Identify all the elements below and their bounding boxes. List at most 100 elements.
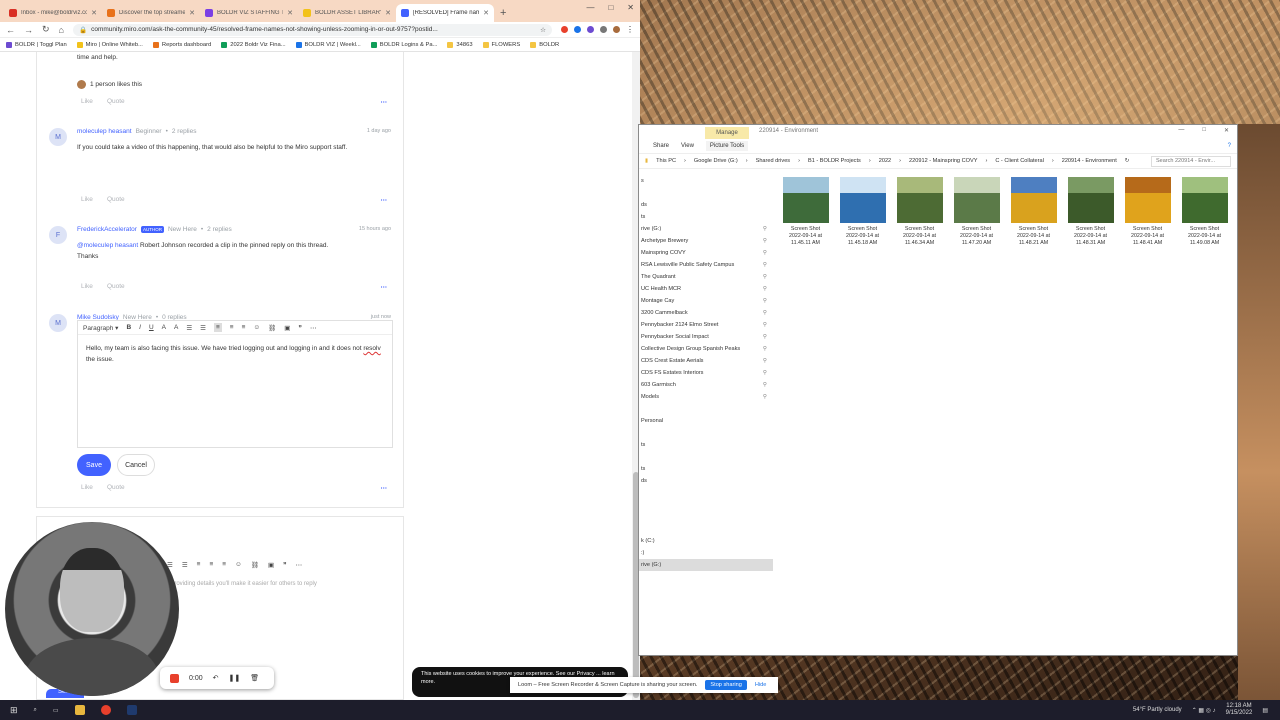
pause-icon[interactable]: ❚❚: [229, 674, 241, 682]
nav-item[interactable]: Collective Design Group Spanish Peaks ⚲: [639, 343, 773, 355]
nav-item[interactable]: RSA Lewisville Public Safety Campus ⚲: [639, 259, 773, 271]
bookmark-item[interactable]: BOLDR Logins & Pa...: [370, 41, 437, 48]
file-item[interactable]: Screen Shot 2022-09-14 at 11.48.21 AM: [1009, 177, 1058, 247]
like-button[interactable]: Like: [81, 98, 93, 106]
align-center-icon[interactable]: ≡: [209, 561, 213, 569]
breadcrumb[interactable]: This PC: [656, 158, 676, 164]
align-left-icon[interactable]: ≡: [197, 561, 201, 569]
quote-button[interactable]: Quote: [107, 196, 125, 204]
tab-staffing[interactable]: BOLDR VIZ STAFFING Tool✕: [200, 4, 298, 22]
close-icon[interactable]: ✕: [1224, 127, 1229, 134]
emoji-icon[interactable]: ☺: [235, 561, 242, 569]
nav-item[interactable]: [639, 187, 773, 199]
nav-item[interactable]: Montage Cay ⚲: [639, 295, 773, 307]
numbered-list-icon[interactable]: ☰: [182, 561, 188, 569]
close-tab-icon[interactable]: ✕: [91, 9, 97, 17]
align-center-icon[interactable]: ≡: [230, 324, 234, 331]
extension-icon[interactable]: [574, 26, 581, 33]
file-item[interactable]: Screen Shot 2022-09-14 at 11.45.18 AM: [838, 177, 887, 247]
quote-button[interactable]: Quote: [107, 283, 125, 291]
stop-sharing-button[interactable]: Stop sharing: [705, 680, 747, 690]
nav-item[interactable]: k (C:): [639, 535, 773, 547]
extension-icon[interactable]: [600, 26, 607, 33]
save-button[interactable]: Save: [77, 454, 111, 476]
notification-icon[interactable]: ▤: [1262, 707, 1268, 714]
nav-item[interactable]: Pennybacker 2124 Elmo Street ⚲: [639, 319, 773, 331]
profile-avatar[interactable]: [613, 26, 620, 33]
link-icon[interactable]: ⛓: [251, 561, 259, 569]
nav-item[interactable]: [639, 511, 773, 523]
align-right-icon[interactable]: ≡: [242, 324, 246, 331]
emoji-icon[interactable]: ☺: [253, 324, 260, 331]
back-icon[interactable]: ←: [6, 25, 15, 35]
close-tab-icon[interactable]: ✕: [385, 9, 391, 17]
more-icon[interactable]: ⋯: [381, 98, 388, 106]
close-tab-icon[interactable]: ✕: [287, 9, 293, 17]
bullet-list-icon[interactable]: ☰: [186, 324, 192, 332]
star-icon[interactable]: ☆: [540, 26, 546, 34]
nav-item[interactable]: :): [639, 547, 773, 559]
bookmark-folder[interactable]: 34863: [447, 41, 473, 48]
mention-link[interactable]: @moleculep heasant: [77, 242, 138, 249]
image-icon[interactable]: ▣: [268, 561, 274, 569]
file-item[interactable]: Screen Shot 2022-09-14 at 11.48.41 AM: [1123, 177, 1172, 247]
task-view-icon[interactable]: ▭: [53, 707, 59, 714]
close-icon[interactable]: ✕: [627, 3, 634, 12]
manage-tab[interactable]: Manage: [705, 127, 749, 139]
help-icon[interactable]: ?: [1228, 143, 1231, 149]
hide-button[interactable]: Hide: [755, 682, 767, 688]
extension-icon[interactable]: [561, 26, 568, 33]
nav-item[interactable]: Archetype Brewery ⚲: [639, 235, 773, 247]
file-item[interactable]: Screen Shot 2022-09-14 at 11.48.31 AM: [1066, 177, 1115, 247]
minimize-icon[interactable]: —: [586, 3, 594, 12]
cancel-button[interactable]: Cancel: [117, 454, 155, 476]
bookmark-folder[interactable]: BOLDR: [530, 41, 559, 48]
photoshop-icon[interactable]: [126, 705, 137, 715]
nav-item[interactable]: ds: [639, 475, 773, 487]
breadcrumb[interactable]: C - Client Collateral: [995, 158, 1044, 164]
nav-item[interactable]: [639, 403, 773, 415]
nav-item[interactable]: Pennybacker Social Impact ⚲: [639, 331, 773, 343]
ribbon-tab-share[interactable]: Share: [653, 143, 669, 149]
quote-button[interactable]: Quote: [107, 484, 125, 492]
file-item[interactable]: Screen Shot 2022-09-14 at 11.45.11 AM: [781, 177, 830, 247]
like-button[interactable]: Like: [81, 283, 93, 291]
search-icon[interactable]: ⌕: [34, 707, 37, 714]
nav-item[interactable]: Mainspring COVY ⚲: [639, 247, 773, 259]
nav-item[interactable]: UC Health MCR ⚲: [639, 283, 773, 295]
reload-icon[interactable]: ↻: [42, 24, 50, 35]
extension-icon[interactable]: [587, 26, 594, 33]
refresh-icon[interactable]: ↻: [1125, 158, 1130, 164]
nav-item[interactable]: [639, 487, 773, 499]
more-icon[interactable]: ⋯: [381, 196, 388, 204]
maximize-icon[interactable]: □: [1202, 127, 1206, 134]
nav-item[interactable]: [639, 523, 773, 535]
file-item[interactable]: Screen Shot 2022-09-14 at 11.46.34 AM: [895, 177, 944, 247]
trash-icon[interactable]: 🗑: [250, 674, 259, 682]
underline-icon[interactable]: U: [149, 324, 154, 331]
nav-item[interactable]: Models ⚲: [639, 391, 773, 403]
home-icon[interactable]: ⌂: [59, 25, 64, 35]
menu-icon[interactable]: ⋮: [626, 25, 634, 34]
nav-item[interactable]: [639, 427, 773, 439]
nav-item[interactable]: ts: [639, 439, 773, 451]
ribbon-tab-picture-tools[interactable]: Picture Tools: [705, 141, 749, 151]
link-icon[interactable]: ⛓: [268, 324, 276, 332]
address-bar[interactable]: 🔒 community.miro.com/ask-the-community-45…: [72, 23, 552, 36]
tab-gmail[interactable]: Inbox - mike@boldrviz.com ✕: [4, 4, 102, 22]
tab-discover[interactable]: Discover the top streamed ✕: [102, 4, 200, 22]
chrome-icon[interactable]: [100, 705, 111, 715]
breadcrumb[interactable]: 2022: [879, 158, 891, 164]
more-icon[interactable]: ⋯: [381, 484, 388, 492]
like-button[interactable]: Like: [81, 484, 93, 492]
nav-item[interactable]: CDS Crest Estate Aerials ⚲: [639, 355, 773, 367]
forward-icon[interactable]: →: [24, 25, 33, 35]
reply-placeholder[interactable]: providing details you'll make it easier …: [171, 581, 317, 587]
tab-asset-library[interactable]: BOLDR ASSET LIBRARY ✕: [298, 4, 396, 22]
file-item[interactable]: Screen Shot 2022-09-14 at 11.49.08 AM: [1180, 177, 1229, 247]
breadcrumb[interactable]: B1 - BOLDR Projects: [808, 158, 861, 164]
clock[interactable]: 12:18 AM 9/15/2022: [1226, 703, 1253, 717]
nav-item[interactable]: [639, 451, 773, 463]
maximize-icon[interactable]: □: [608, 3, 613, 12]
nav-item[interactable]: rive (G:): [639, 559, 773, 571]
